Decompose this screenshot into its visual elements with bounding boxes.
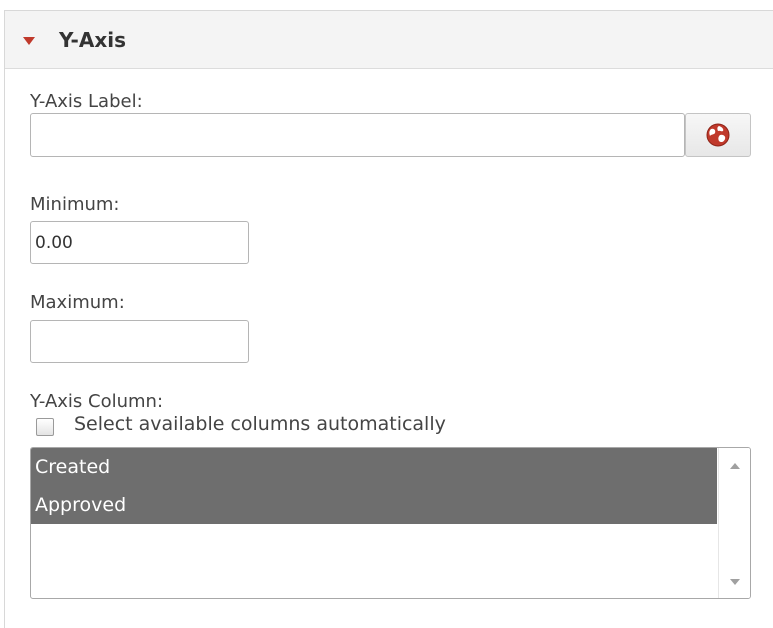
list-item-approved[interactable]: Approved (31, 486, 717, 524)
auto-select-checkbox[interactable] (36, 418, 54, 436)
scroll-up-arrow-icon[interactable] (730, 463, 740, 469)
caret-down-icon[interactable] (23, 36, 35, 45)
y-axis-label-input[interactable] (30, 113, 685, 157)
maximum-input[interactable] (30, 320, 249, 363)
section-title: Y-Axis (59, 27, 126, 52)
list-item-created[interactable]: Created (31, 448, 717, 486)
y-axis-section-header[interactable]: Y-Axis (5, 11, 773, 69)
listbox-scrollbar[interactable] (718, 448, 750, 598)
maximum-label: Maximum: (30, 292, 125, 313)
y-axis-label-label: Y-Axis Label: (30, 91, 143, 112)
globe-icon (706, 123, 730, 147)
minimum-label: Minimum: (30, 194, 120, 215)
y-axis-column-listbox[interactable]: Created Approved (30, 447, 751, 599)
translate-button[interactable] (685, 113, 751, 157)
y-axis-column-label: Y-Axis Column: (30, 391, 164, 412)
scroll-down-arrow-icon[interactable] (730, 579, 740, 585)
auto-select-label[interactable]: Select available columns automatically (74, 413, 446, 435)
minimum-input[interactable] (30, 221, 249, 264)
